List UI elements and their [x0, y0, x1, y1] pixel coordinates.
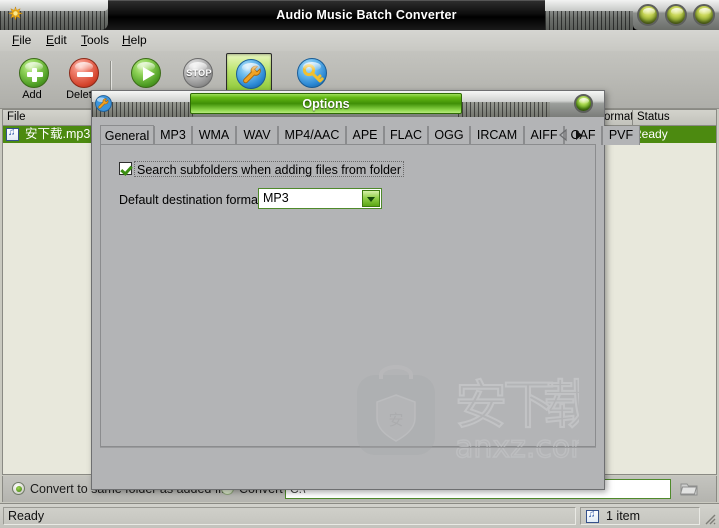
destination-format-label: Default destination format — [119, 193, 262, 207]
resize-grip-icon[interactable] — [702, 511, 716, 525]
main-title-bar: Audio Music Batch Converter — [0, 0, 719, 30]
destination-format-select[interactable]: MP3 — [258, 188, 382, 209]
tab-ircam[interactable]: IRCAM — [470, 126, 524, 145]
options-dialog: Options General MP3 WMA WAV MP4/AAC APE … — [91, 90, 640, 490]
scroll-left-arrow-icon — [559, 128, 567, 142]
status-message-panel — [3, 507, 576, 525]
tab-panel-general: Search subfolders when adding files from… — [100, 144, 596, 466]
tab-ogg[interactable]: OGG — [428, 126, 470, 145]
key-circle-icon — [294, 57, 327, 89]
tab-strip: General MP3 WMA WAV MP4/AAC APE FLAC OGG… — [100, 125, 640, 146]
dialog-title: Options — [302, 97, 350, 111]
status-bar: Ready 1 item — [0, 503, 719, 528]
svg-text:安: 安 — [455, 376, 507, 436]
tab-scroll-buttons[interactable] — [556, 127, 590, 143]
menu-edit[interactable]: Edit — [40, 33, 73, 48]
music-file-icon — [586, 509, 599, 523]
tab-ape[interactable]: APE — [346, 126, 384, 145]
status-message: Ready — [8, 509, 45, 523]
svg-text:载: 载 — [543, 376, 579, 436]
maximize-button[interactable] — [665, 4, 687, 26]
tab-flac[interactable]: FLAC — [384, 126, 428, 145]
search-subfolders-checkbox[interactable] — [119, 162, 132, 175]
title-bar-right-cap — [545, 0, 633, 30]
tab-wma[interactable]: WMA — [192, 126, 236, 145]
radio-same-folder[interactable] — [12, 482, 25, 495]
sun-icon — [7, 6, 24, 21]
dialog-title-green-bar: Options — [190, 93, 462, 114]
svg-text:安: 安 — [388, 411, 403, 429]
menu-help[interactable]: Help — [116, 33, 153, 48]
scroll-right-arrow-icon — [576, 130, 582, 140]
plus-circle-icon — [16, 57, 49, 89]
destination-format-value: MP3 — [263, 191, 289, 205]
minus-circle-icon — [66, 57, 99, 89]
tab-general[interactable]: General — [100, 125, 154, 146]
wrench-circle-icon — [233, 58, 266, 90]
file-name-cell: 安下载.mp3 — [25, 127, 91, 141]
menu-tools[interactable]: Tools — [75, 33, 115, 48]
tab-mp3[interactable]: MP3 — [154, 126, 192, 145]
watermark-logo: 安 安 下 载 anxz.com — [357, 365, 579, 466]
music-file-icon — [6, 127, 19, 141]
dialog-divider — [100, 447, 596, 448]
stop-circle-icon: STOP — [180, 57, 213, 89]
window-controls — [633, 0, 719, 30]
tab-pvf[interactable]: PVF — [602, 126, 640, 145]
tab-wav[interactable]: WAV — [236, 126, 278, 145]
dialog-title-bar: Options — [92, 91, 604, 117]
close-button[interactable] — [693, 4, 715, 26]
wrench-icon — [95, 95, 112, 112]
add-button[interactable]: Add — [8, 55, 56, 105]
chevron-down-icon[interactable] — [362, 190, 380, 207]
minimize-button[interactable] — [637, 4, 659, 26]
dialog-close-button[interactable] — [574, 94, 593, 113]
menu-bar: File Edit Tools Help — [0, 30, 719, 52]
search-subfolders-label: Search subfolders when adding files from… — [134, 161, 405, 177]
add-button-label: Add — [22, 89, 42, 101]
play-circle-icon — [128, 57, 161, 89]
menu-file[interactable]: File — [6, 33, 37, 48]
column-status[interactable]: Status — [633, 110, 716, 125]
tab-mp4-aac[interactable]: MP4/AAC — [278, 126, 346, 145]
folder-browse-icon[interactable] — [679, 479, 699, 498]
status-item-count: 1 item — [606, 509, 641, 523]
dialog-body: General MP3 WMA WAV MP4/AAC APE FLAC OGG… — [92, 117, 640, 489]
application-window: Audio Music Batch Converter File Edit To… — [0, 0, 719, 528]
